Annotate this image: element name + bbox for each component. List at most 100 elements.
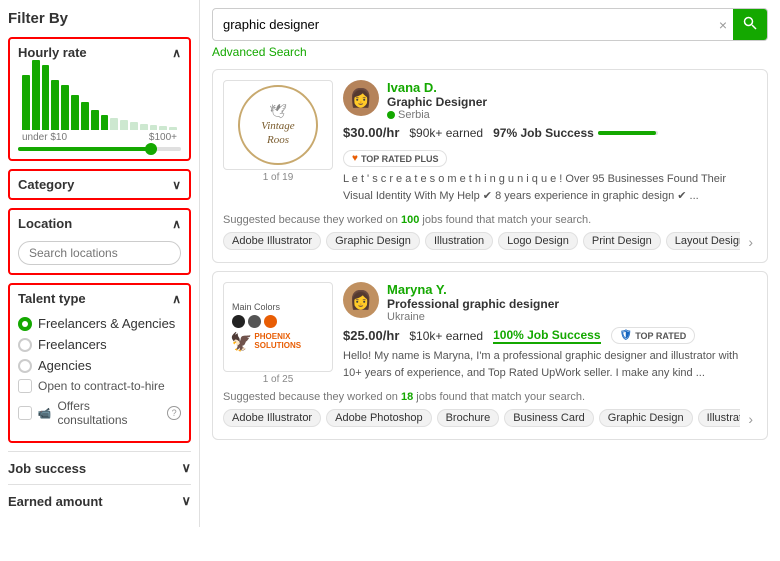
bar-10 [110, 118, 118, 130]
tag-2-2[interactable]: Adobe Photoshop [326, 409, 431, 427]
person-title-2: Professional graphic designer [387, 297, 757, 311]
earned-1: $90k+ earned [409, 126, 483, 140]
bar-9 [101, 115, 109, 130]
bar-4 [51, 80, 59, 130]
main-content: × Advanced Search 🕊 VintageRoos [200, 0, 780, 527]
color-dot-black [232, 315, 245, 328]
avatar-1: 👩 [343, 80, 379, 116]
card-description-2: Hello! My name is Maryna, I'm a professi… [343, 348, 757, 381]
category-label: Category [18, 177, 74, 192]
histogram-min-label: under $10 [22, 132, 67, 143]
tag-1-5[interactable]: Print Design [583, 232, 661, 250]
job-success-1: 97% Job Success [493, 126, 658, 140]
job-success-filter[interactable]: Job success ∨ [8, 451, 191, 484]
bar-11 [120, 120, 128, 130]
bar-6 [71, 95, 79, 130]
vintage-circle: 🕊 VintageRoos [238, 85, 318, 165]
hourly-rate-label: Hourly rate [18, 45, 87, 60]
histogram-slider[interactable] [18, 147, 181, 151]
sidebar: Filter By Hourly rate ∧ [0, 0, 200, 527]
bar-1 [22, 75, 30, 130]
histogram-bars [18, 70, 181, 130]
tag-1-2[interactable]: Graphic Design [326, 232, 420, 250]
tags-more-chevron-1[interactable]: › [744, 232, 757, 252]
location-header[interactable]: Location ∧ [10, 210, 189, 237]
card-content-1: 👩 Ivana D. Graphic Designer Serbia [343, 80, 757, 208]
badge-heart-icon: ♥ [352, 153, 358, 164]
freelancer-card-2: Main Colors 🦅 PHOENIXSOLUTIONS 1 of 25 [212, 271, 768, 440]
tag-1-3[interactable]: Illustration [425, 232, 493, 250]
talent-type-header[interactable]: Talent type ∧ [10, 285, 189, 312]
tag-2-3[interactable]: Brochure [437, 409, 500, 427]
checkbox-contract-box [18, 379, 32, 393]
tag-1-6[interactable]: Layout Design [666, 232, 741, 250]
bar-2 [32, 60, 40, 130]
bar-13 [140, 124, 148, 130]
rate-2: $25.00/hr [343, 328, 399, 343]
video-icon: 📹 [38, 407, 52, 420]
job-success-fill-1 [598, 131, 656, 135]
search-clear-button[interactable]: × [713, 17, 733, 33]
radio-agencies[interactable]: Agencies [18, 358, 181, 373]
tags-section-2: Adobe Illustrator Adobe Photoshop Brochu… [223, 409, 757, 429]
person-name-1[interactable]: Ivana D. [387, 80, 757, 95]
help-icon[interactable]: ? [167, 406, 181, 420]
earned-2: $10k+ earned [409, 329, 483, 343]
radio-freelancers-circle [18, 338, 32, 352]
search-icon [743, 16, 757, 30]
person-name-2[interactable]: Maryna Y. [387, 282, 757, 297]
bar-15 [159, 126, 167, 130]
category-header[interactable]: Category ∨ [10, 171, 189, 198]
rate-1: $30.00/hr [343, 125, 399, 140]
search-button[interactable] [733, 9, 767, 40]
job-success-label: Job success [8, 461, 86, 476]
bar-16 [169, 127, 177, 130]
bar-14 [150, 125, 158, 130]
slider-thumb[interactable] [145, 143, 157, 155]
earned-amount-filter[interactable]: Earned amount ∨ [8, 484, 191, 517]
radio-freelancers-agencies-label: Freelancers & Agencies [38, 316, 175, 331]
card-top-1: 👩 Ivana D. Graphic Designer Serbia [343, 80, 757, 121]
search-input[interactable] [213, 11, 713, 38]
bar-3 [42, 65, 50, 130]
phoenix-bird-icon: 🦅 [230, 332, 252, 353]
tags-1: Adobe Illustrator Graphic Design Illustr… [223, 232, 740, 250]
checkbox-contract[interactable]: Open to contract-to-hire [18, 379, 181, 393]
checkbox-consult[interactable]: 📹 Offers consultations ? [18, 399, 181, 427]
tags-more-chevron-2[interactable]: › [744, 409, 757, 429]
card-logo-section-1: 🕊 VintageRoos 1 of 19 [223, 80, 333, 208]
person-info-1: Ivana D. Graphic Designer Serbia [387, 80, 757, 121]
card-of-2: 1 of 25 [263, 374, 294, 385]
suggested-jobs-link-2[interactable]: 18 [401, 391, 413, 403]
tag-2-1[interactable]: Adobe Illustrator [223, 409, 321, 427]
checkbox-consult-box [18, 406, 32, 420]
location-chevron: ∧ [172, 217, 181, 231]
tag-1-1[interactable]: Adobe Illustrator [223, 232, 321, 250]
talent-type-filter: Talent type ∧ Freelancers & Agencies Fre… [8, 283, 191, 443]
tag-2-4[interactable]: Business Card [504, 409, 594, 427]
bar-5 [61, 85, 69, 130]
card-logo-section-2: Main Colors 🦅 PHOENIXSOLUTIONS 1 of 25 [223, 282, 333, 385]
radio-freelancers-agencies[interactable]: Freelancers & Agencies [18, 316, 181, 331]
person-info-2: Maryna Y. Professional graphic designer … [387, 282, 757, 323]
card-inner-1: 🕊 VintageRoos 1 of 19 👩 Ivana D. Graphic [223, 80, 757, 208]
tag-1-4[interactable]: Logo Design [498, 232, 578, 250]
tag-2-5[interactable]: Graphic Design [599, 409, 693, 427]
tag-2-6[interactable]: Illustration [698, 409, 741, 427]
job-success-chevron: ∨ [181, 460, 191, 476]
talent-type-chevron: ∧ [172, 292, 181, 306]
person-location-1: Serbia [387, 109, 757, 121]
suggested-jobs-link-1[interactable]: 100 [401, 214, 419, 226]
histogram-max-label: $100+ [149, 132, 177, 143]
color-dot-gray [248, 315, 261, 328]
talent-options: Freelancers & Agencies Freelancers Agenc… [10, 312, 189, 441]
card-inner-2: Main Colors 🦅 PHOENIXSOLUTIONS 1 of 25 [223, 282, 757, 385]
talent-type-label: Talent type [18, 291, 86, 306]
location-search-input[interactable] [18, 241, 181, 265]
location-filter: Location ∧ [8, 208, 191, 275]
avatar-icon-2: 👩 [350, 290, 372, 311]
card-stats-1: $30.00/hr $90k+ earned 97% Job Success ♥… [343, 125, 757, 167]
radio-freelancers[interactable]: Freelancers [18, 337, 181, 352]
advanced-search-link[interactable]: Advanced Search [212, 45, 768, 59]
job-success-bar-1 [598, 131, 658, 135]
